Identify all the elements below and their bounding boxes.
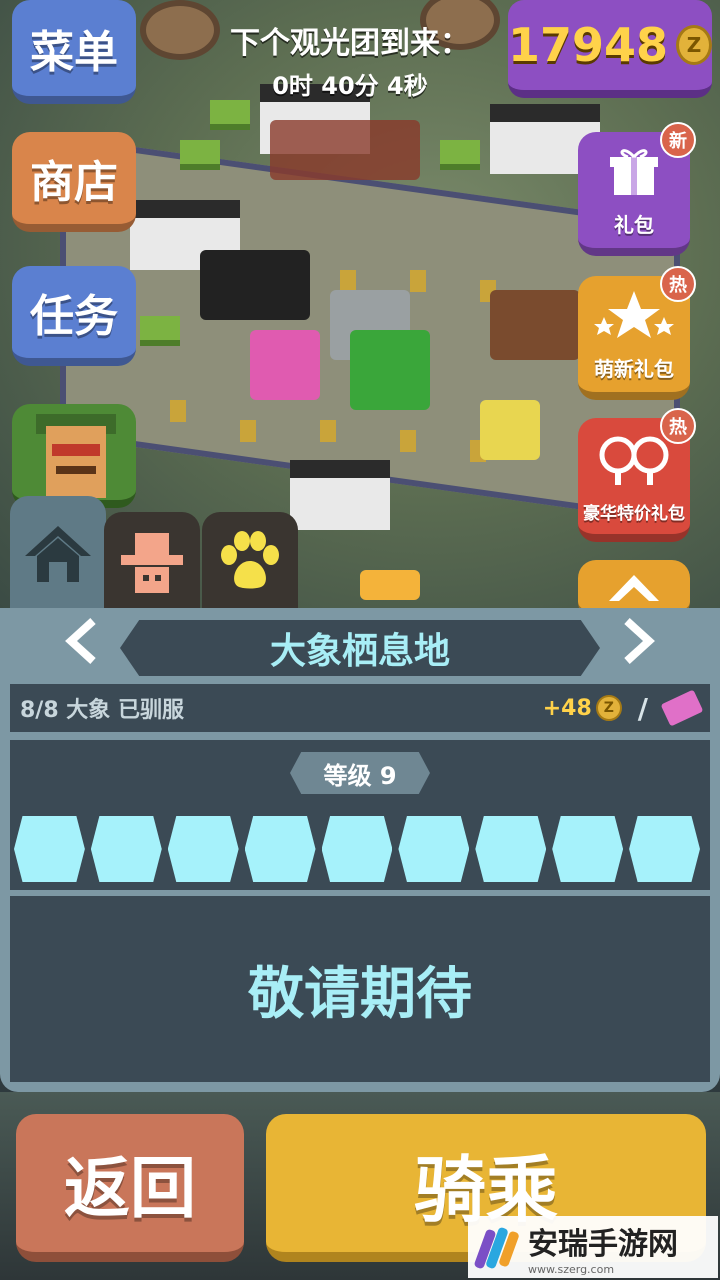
shop-button[interactable]: 商店 (12, 132, 136, 232)
elephant-green[interactable] (350, 330, 430, 410)
tree (210, 100, 250, 130)
fence-post (340, 270, 356, 292)
reward-amount: +48 (542, 695, 592, 721)
hot-badge: 热 (660, 408, 696, 444)
tamed-count: 8/8 大象 已驯服 (20, 698, 184, 723)
task-button[interactable]: 任务 (12, 266, 136, 366)
site-watermark: 安瑞手游网 www.szerg.com (468, 1216, 718, 1278)
hot-badge: 热 (660, 266, 696, 302)
task-button-label: 任务 (30, 291, 118, 342)
tree (140, 316, 180, 346)
hay-bales (480, 400, 540, 460)
level-label: 等级 9 (290, 752, 430, 794)
bird[interactable] (360, 570, 420, 600)
elephant-rainbow[interactable] (250, 330, 320, 400)
back-button-label: 返回 (64, 1150, 196, 1227)
timer-title: 下个观光团到来： (230, 26, 470, 61)
gift-box-icon (606, 132, 662, 209)
fence-post (240, 420, 256, 442)
cowboy-hat-icon (117, 527, 187, 601)
chevron-right-icon (621, 615, 657, 678)
coin-icon: Z (595, 695, 622, 721)
elephant-zebra[interactable] (200, 250, 310, 320)
level-pip (629, 816, 700, 882)
ticket-icon (660, 689, 704, 727)
coin-icon: Z (676, 25, 712, 65)
level-pip (552, 816, 624, 882)
gift-pack-button[interactable]: 礼包 新 (578, 122, 696, 256)
shop-button-label: 商店 (30, 157, 118, 208)
level-progress-bar (14, 816, 706, 882)
site-url: www.szerg.com (528, 1262, 615, 1276)
next-habitat-button[interactable] (614, 617, 664, 674)
new-badge: 新 (660, 122, 696, 158)
tour-timer: 下个观光团到来： 0时 40分 4秒 (200, 18, 500, 101)
timer-value: 0时 40分 4秒 (272, 72, 428, 100)
keeper-mustache (56, 466, 96, 474)
chevron-left-icon (63, 615, 99, 678)
level-pip (244, 816, 316, 882)
fence-post (170, 400, 186, 422)
newbie-pack-label: 萌新礼包 (594, 357, 674, 381)
tab-keepers[interactable] (104, 512, 200, 616)
coming-soon-box: 敬请期待 (10, 896, 710, 1082)
keeper-mask (52, 444, 100, 456)
ribbon-icon (599, 560, 669, 602)
coin-amount: 17948 (508, 18, 669, 72)
menu-button[interactable]: 菜单 (12, 0, 136, 104)
tree (180, 140, 220, 170)
site-name: 安瑞手游网 (528, 1226, 678, 1262)
deluxe-pack-label: 豪华特价礼包 (583, 504, 685, 524)
level-pip (90, 816, 162, 882)
coin-reward: +48 Z (543, 695, 622, 721)
elephant-mammoth[interactable] (490, 290, 580, 360)
keeper-face (46, 426, 106, 498)
tab-habitat[interactable] (10, 496, 106, 616)
gift-pack-label: 礼包 (614, 213, 654, 237)
house (290, 460, 390, 530)
fence-post (400, 430, 416, 452)
habitat-title: 大象栖息地 (120, 620, 600, 676)
fence-post (410, 270, 426, 292)
zookeeper-avatar[interactable] (12, 404, 136, 508)
deluxe-pack-button[interactable]: 豪华特价礼包 热 (578, 408, 696, 542)
separator: / (637, 691, 648, 725)
level-pip (321, 816, 393, 882)
level-pip (167, 816, 239, 882)
level-pip (475, 816, 547, 882)
tree (440, 140, 480, 170)
tab-animals[interactable] (202, 512, 298, 616)
home-icon (23, 522, 93, 590)
fence-post (320, 420, 336, 442)
coin-counter[interactable]: 17948 Z (508, 0, 712, 98)
level-pip (398, 816, 470, 882)
habitat-info-row: 8/8 大象 已驯服 +48 Z / (10, 684, 710, 732)
coming-soon-text: 敬请期待 (248, 961, 472, 1027)
back-button[interactable]: 返回 (16, 1114, 244, 1262)
newbie-pack-button[interactable]: 萌新礼包 热 (578, 266, 696, 400)
site-logo-icon (473, 1223, 520, 1271)
paw-icon (215, 527, 285, 601)
animal-group[interactable] (270, 120, 420, 180)
menu-button-label: 菜单 (30, 27, 118, 78)
level-pip (14, 816, 85, 882)
prev-habitat-button[interactable] (56, 617, 106, 674)
